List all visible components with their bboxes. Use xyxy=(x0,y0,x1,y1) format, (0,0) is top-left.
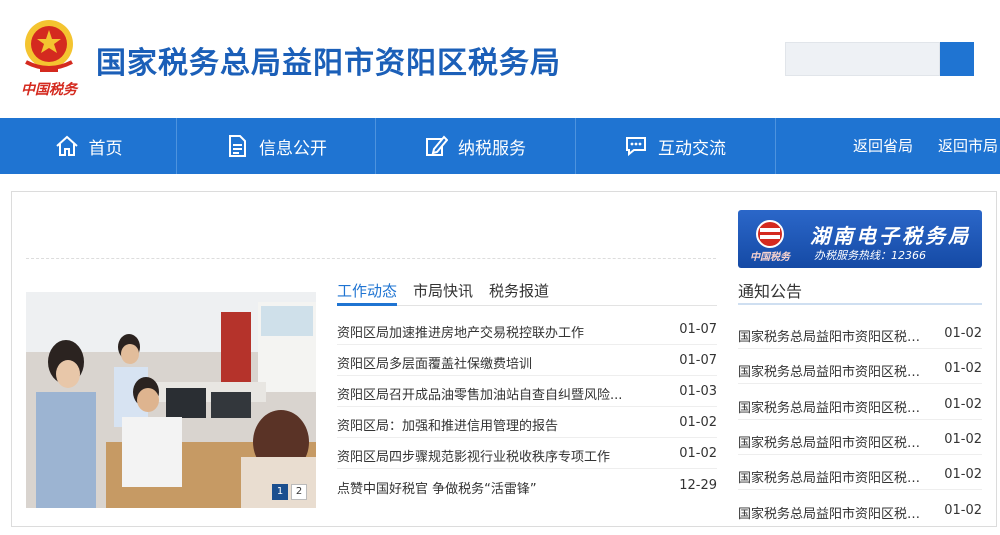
slider-pager: 1 2 xyxy=(272,484,307,500)
notice-item-date: 01-02 xyxy=(944,503,982,518)
notice-item-title: 国家税务总局益阳市资阳区税务... xyxy=(738,471,928,486)
search-button[interactable] xyxy=(940,42,974,76)
header: 中国税务 国家税务总局益阳市资阳区税务局 xyxy=(0,0,1000,118)
slider-page-2[interactable]: 2 xyxy=(291,484,307,500)
nav-item-tax-service[interactable]: 纳税服务 xyxy=(375,118,575,174)
news-item-title: 点赞中国好税官 争做税务“活雷锋” xyxy=(337,482,537,497)
notice-item-date: 01-02 xyxy=(944,432,982,447)
notice-item[interactable]: 国家税务总局益阳市资阳区税务... 01-02 xyxy=(738,454,982,490)
dashed-divider xyxy=(26,258,716,259)
news-item-date: 01-02 xyxy=(679,415,717,430)
tab-tax-reports[interactable]: 税务报道 xyxy=(489,280,549,301)
notice-item-title: 国家税务总局益阳市资阳区税务... xyxy=(738,365,928,380)
news-item-title: 资阳区局多层面覆盖社保缴费培训 xyxy=(337,357,533,372)
document-icon xyxy=(229,135,246,157)
emblem-caption: 中国税务 xyxy=(21,81,79,98)
banner-title: 湖南电子税务局 xyxy=(810,224,971,248)
notice-item-title: 国家税务总局益阳市资阳区税务... xyxy=(738,436,928,451)
office-photo-image xyxy=(26,292,316,508)
notice-item[interactable]: 国家税务总局益阳市资阳区税务... 01-02 xyxy=(738,313,982,349)
tab-work-news[interactable]: 工作动态 xyxy=(337,280,397,301)
news-item[interactable]: 资阳区局加速推进房地产交易税控联办工作 01-07 xyxy=(337,313,717,345)
notice-item[interactable]: 国家税务总局益阳市资阳区税务... 01-02 xyxy=(738,384,982,420)
news-item-date: 12-29 xyxy=(679,478,717,493)
nav-item-home[interactable]: 首页 xyxy=(0,118,177,174)
news-item-date: 01-07 xyxy=(679,322,717,337)
notice-item[interactable]: 国家税务总局益阳市资阳区税务... 01-02 xyxy=(738,490,982,525)
news-item-date: 01-02 xyxy=(679,446,717,461)
notice-item-date: 01-02 xyxy=(944,397,982,412)
home-icon xyxy=(55,135,78,156)
news-item-date: 01-03 xyxy=(679,384,717,399)
tax-emblem-logo[interactable]: 中国税务 xyxy=(14,14,84,98)
news-item[interactable]: 资阳区局召开成品油零售加油站自查自纠暨风险... 01-03 xyxy=(337,375,717,407)
site-title: 国家税务总局益阳市资阳区税务局 xyxy=(96,46,561,81)
nav-label-tax-service: 纳税服务 xyxy=(458,138,526,159)
nav-label-home: 首页 xyxy=(88,138,123,159)
news-item[interactable]: 点赞中国好税官 争做税务“活雷锋” 12-29 xyxy=(337,469,717,500)
news-item-title: 资阳区局加速推进房地产交易税控联办工作 xyxy=(337,326,585,341)
nav-divider xyxy=(775,118,776,174)
chat-icon xyxy=(626,137,646,157)
news-photo-slider[interactable] xyxy=(26,292,316,508)
nav-item-interaction[interactable]: 互动交流 xyxy=(575,118,775,174)
news-item-title: 资阳区局四步骤规范影视行业税收秩序专项工作 xyxy=(337,450,611,465)
notice-item-title: 国家税务总局益阳市资阳区税务... xyxy=(738,401,928,416)
slider-page-1[interactable]: 1 xyxy=(272,484,288,500)
notice-item-title: 国家税务总局益阳市资阳区税务... xyxy=(738,330,928,345)
tab-city-bureau-news[interactable]: 市局快讯 xyxy=(413,280,473,301)
banner-logo-caption: 中国税务 xyxy=(750,251,792,262)
edit-icon xyxy=(426,135,448,156)
nav-label-info-disclosure: 信息公开 xyxy=(259,138,327,159)
news-item[interactable]: 资阳区局四步骤规范影视行业税收秩序专项工作 01-02 xyxy=(337,437,717,469)
notice-item-date: 01-02 xyxy=(944,361,982,376)
nav-label-interaction: 互动交流 xyxy=(658,138,726,159)
active-tab-indicator xyxy=(337,303,397,306)
nav-item-info-disclosure[interactable]: 信息公开 xyxy=(177,118,375,174)
news-item[interactable]: 资阳区局多层面覆盖社保缴费培训 01-07 xyxy=(337,344,717,376)
notice-item[interactable]: 国家税务总局益阳市资阳区税务... 01-02 xyxy=(738,348,982,384)
hunan-e-tax-banner[interactable]: 中国税务 湖南电子税务局 办税服务热线：12366 xyxy=(738,210,982,268)
news-item-date: 01-07 xyxy=(679,353,717,368)
banner-hotline: 办税服务热线：12366 xyxy=(814,249,926,262)
notice-item[interactable]: 国家税务总局益阳市资阳区税务... 01-02 xyxy=(738,419,982,455)
news-item[interactable]: 资阳区局：加强和推进信用管理的报告 01-02 xyxy=(337,406,717,438)
notice-item-title: 国家税务总局益阳市资阳区税务... xyxy=(738,507,928,522)
tax-emblem-icon: 中国税务 xyxy=(750,220,792,262)
main-nav: 首页 信息公开 纳税服务 互动交流 返回省局 返回市局 xyxy=(0,118,1000,174)
search-input[interactable] xyxy=(785,42,940,76)
notice-item-date: 01-02 xyxy=(944,326,982,341)
back-to-province-link[interactable]: 返回省局 xyxy=(853,118,913,174)
back-to-city-link[interactable]: 返回市局 xyxy=(938,118,998,174)
notice-heading: 通知公告 xyxy=(738,282,803,301)
notice-item-date: 01-02 xyxy=(944,467,982,482)
news-item-title: 资阳区局召开成品油零售加油站自查自纠暨风险... xyxy=(337,388,623,403)
news-item-title: 资阳区局：加强和推进信用管理的报告 xyxy=(337,419,559,434)
notice-divider xyxy=(738,303,982,305)
